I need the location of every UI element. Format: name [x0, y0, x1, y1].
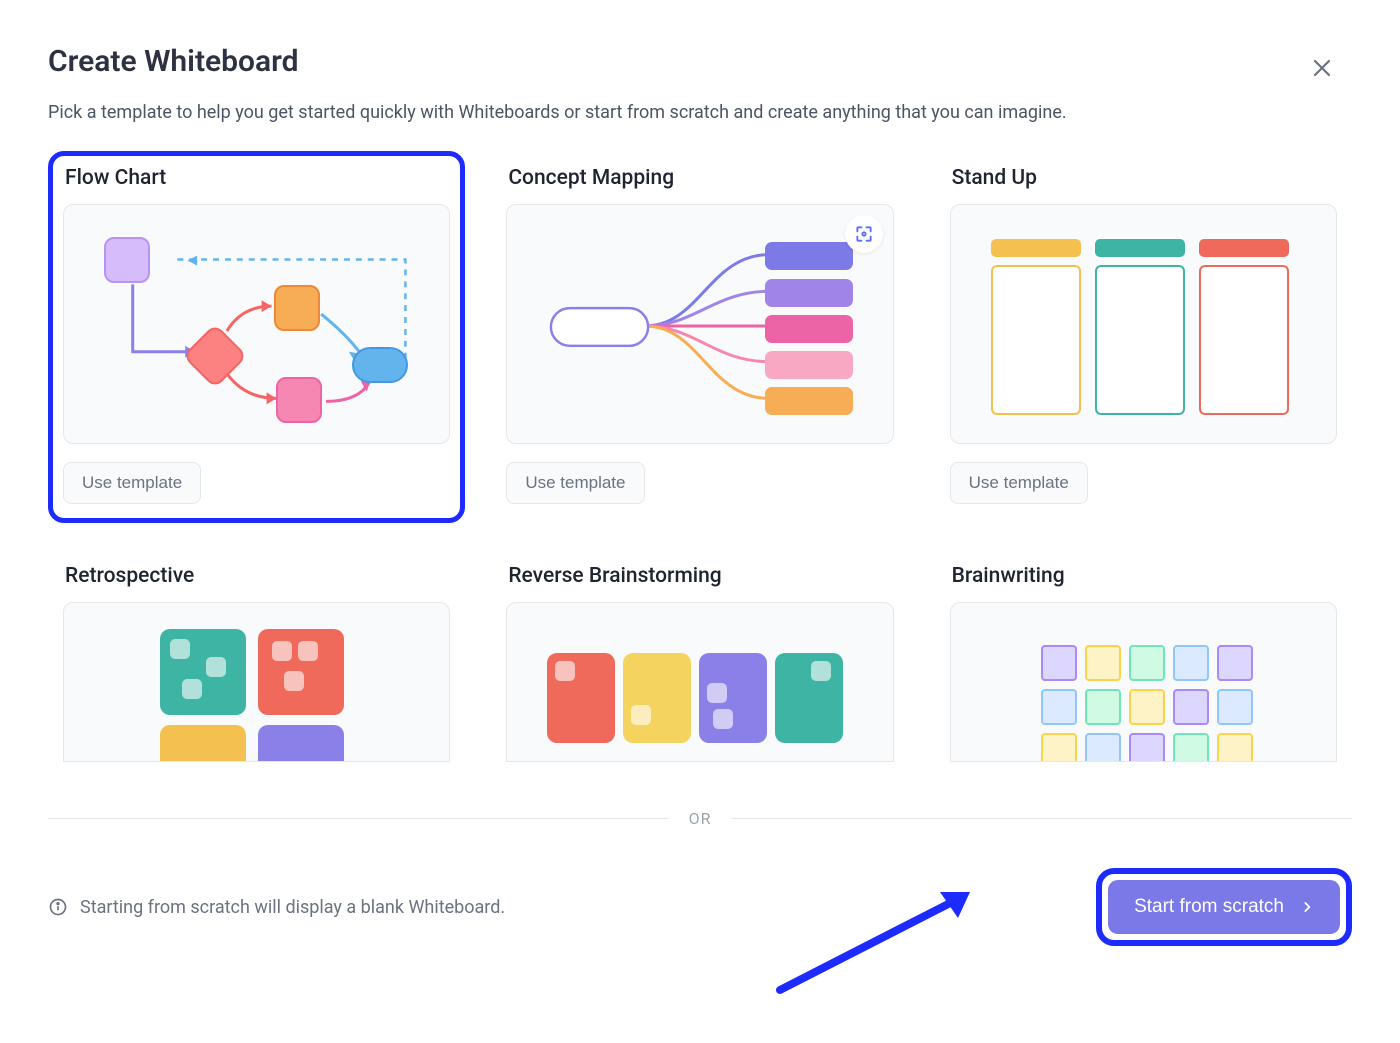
dialog-footer: Starting from scratch will display a bla… [48, 868, 1352, 946]
template-title: Stand Up [950, 166, 1337, 190]
close-icon [1310, 56, 1334, 80]
start-from-scratch-label: Start from scratch [1134, 896, 1284, 918]
template-card-brainwriting[interactable]: Brainwriting [935, 549, 1352, 781]
template-card-stand-up[interactable]: Stand Up Use template [935, 151, 1352, 523]
divider-label: OR [689, 809, 712, 828]
template-preview [950, 204, 1337, 444]
template-preview [63, 204, 450, 444]
template-preview [506, 204, 893, 444]
create-whiteboard-dialog: Create Whiteboard Pick a template to hel… [0, 0, 1400, 781]
footer-hint-text: Starting from scratch will display a bla… [80, 897, 505, 918]
template-card-concept-mapping[interactable]: Concept Mapping Use te [491, 151, 908, 523]
template-title: Reverse Brainstorming [506, 564, 893, 588]
chevron-right-icon [1300, 900, 1314, 914]
or-divider: OR [48, 809, 1352, 828]
template-card-reverse-brainstorming[interactable]: Reverse Brainstorming [491, 549, 908, 781]
dialog-title: Create Whiteboard [48, 44, 299, 79]
template-card-flow-chart[interactable]: Flow Chart [48, 151, 465, 523]
divider-line [731, 818, 1352, 819]
fullscreen-icon[interactable] [845, 215, 883, 253]
dialog-header: Create Whiteboard [48, 44, 1352, 88]
template-preview [63, 602, 450, 762]
template-grid: Flow Chart [48, 151, 1352, 781]
start-from-scratch-button[interactable]: Start from scratch [1108, 880, 1340, 934]
use-template-button[interactable]: Use template [63, 462, 201, 504]
info-icon [48, 897, 68, 917]
template-card-retrospective[interactable]: Retrospective [48, 549, 465, 781]
template-title: Retrospective [63, 564, 450, 588]
divider-line [48, 818, 669, 819]
template-title: Flow Chart [63, 166, 450, 190]
template-preview [950, 602, 1337, 762]
template-title: Brainwriting [950, 564, 1337, 588]
close-button[interactable] [1306, 52, 1338, 88]
dialog-subtitle: Pick a template to help you get started … [48, 102, 1352, 123]
template-title: Concept Mapping [506, 166, 893, 190]
use-template-button[interactable]: Use template [506, 462, 644, 504]
footer-hint: Starting from scratch will display a bla… [48, 897, 505, 918]
use-template-button[interactable]: Use template [950, 462, 1088, 504]
template-preview [506, 602, 893, 762]
start-from-scratch-highlight: Start from scratch [1096, 868, 1352, 946]
